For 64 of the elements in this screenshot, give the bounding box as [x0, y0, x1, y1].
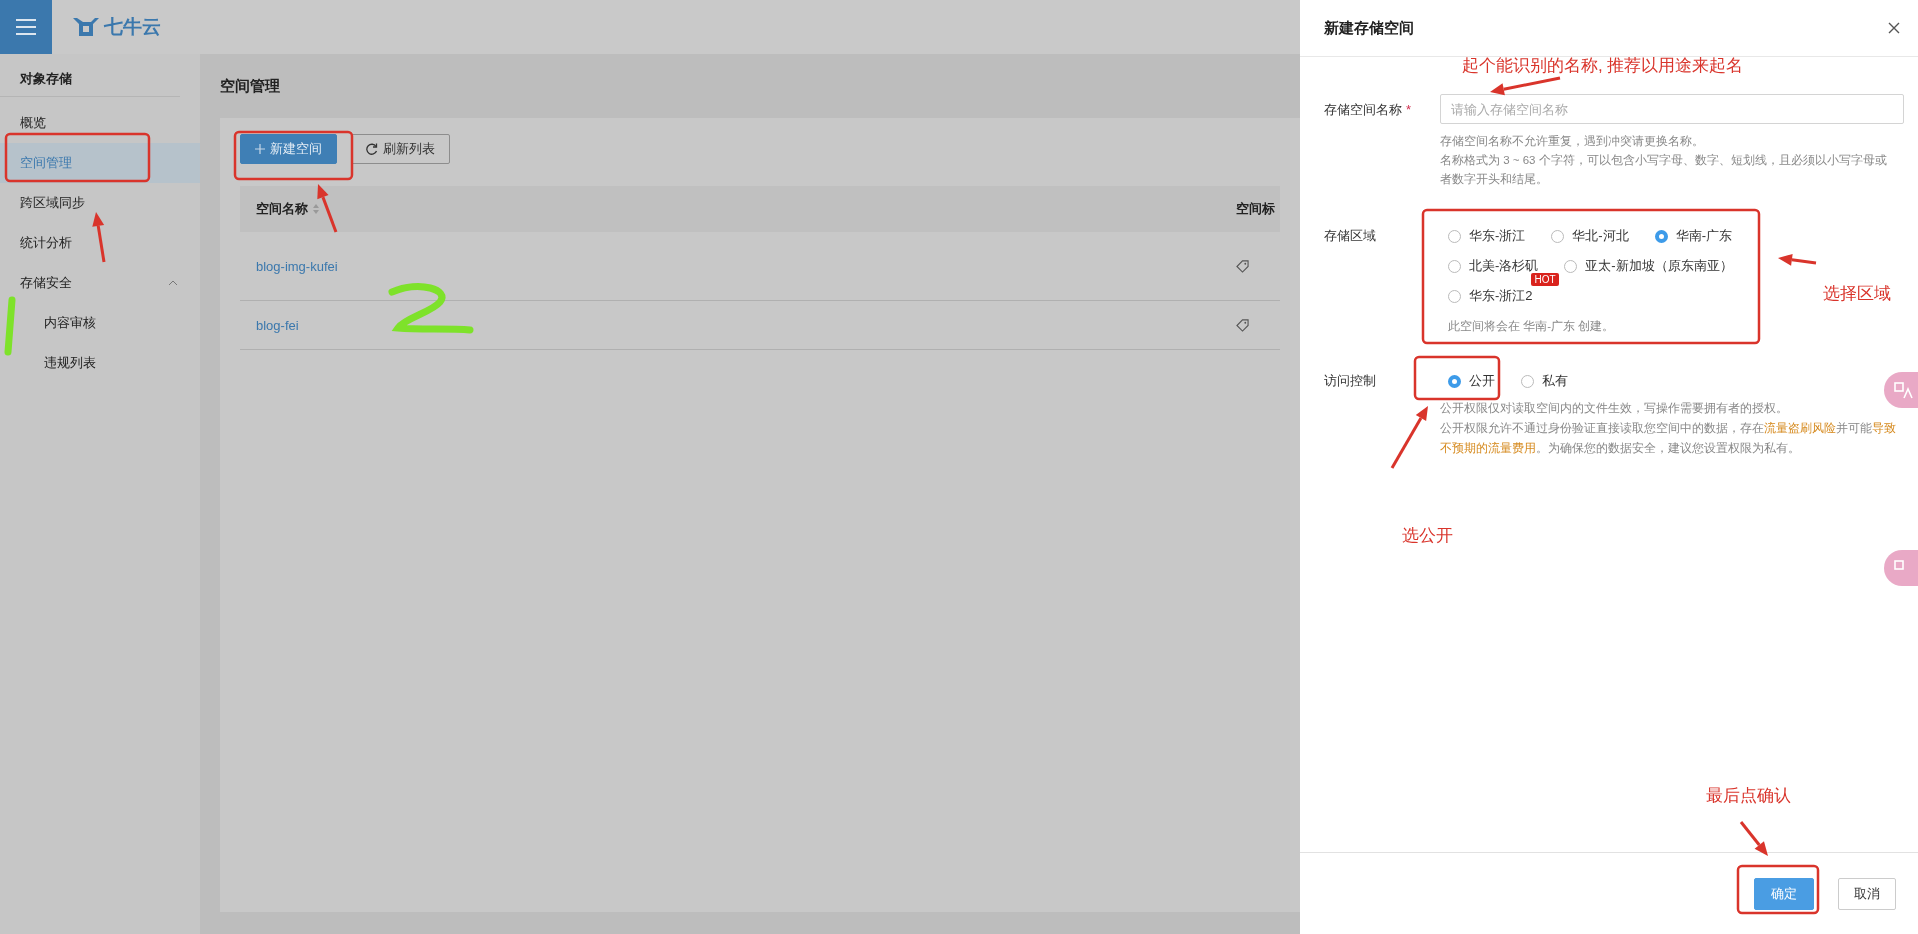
menu-icon	[16, 19, 36, 35]
annotation-text: 起个能识别的名称, 推荐以用途来起名	[1462, 55, 1744, 77]
annotation-text: 选公开	[1402, 525, 1453, 547]
radio-button[interactable]	[1448, 374, 1461, 388]
cancel-button[interactable]: 取消	[1838, 877, 1896, 910]
field-label: 存储空间名称	[1324, 102, 1402, 117]
radio-option[interactable]: 华南-广东	[1654, 227, 1733, 245]
annotation-arrow	[1739, 821, 1768, 856]
radio-option[interactable]: 公开	[1448, 372, 1495, 390]
hint-text: 名称格式为 3 ~ 63 个字符，可以包含小写字母、数字、短划线，且必须以小写字母或者数字开头和结尾。	[1440, 153, 1888, 187]
field-label: 存储区域	[1324, 228, 1376, 243]
radio-option[interactable]: 私有	[1521, 372, 1568, 390]
annotation-arrow	[1778, 253, 1817, 266]
tag-icon	[1236, 259, 1249, 273]
annotation-text: 选择区域	[1823, 283, 1891, 305]
sidebar-item[interactable]: 内容审核	[0, 303, 200, 343]
tag-icon	[1236, 318, 1249, 332]
annotation-text: 最后点确认	[1706, 785, 1791, 807]
hint-text: 存储空间名称不允许重复，遇到冲突请更换名称。	[1440, 134, 1705, 149]
radio-button[interactable]	[1551, 229, 1565, 243]
region-note: 此空间将会在 华南-广东 创建。	[1448, 319, 1616, 334]
radio-button[interactable]	[1564, 259, 1578, 273]
annotation-arrow	[92, 212, 106, 263]
sidebar-item[interactable]: 统计分析	[0, 223, 200, 263]
column-header: 空间名称	[256, 200, 308, 218]
annotation-arrow	[317, 184, 338, 233]
sidebar-title: 对象存储	[0, 62, 180, 97]
access-description: 公开权限允许不通过身份验证直接读取您空间中的数据，存在流量盗刷风险并可能导致不预期的流量费用。为确保您的数据安全，建议您设置权限为私有。	[1440, 421, 1897, 456]
radio-button[interactable]	[1448, 259, 1461, 273]
menu-button[interactable]	[0, 0, 52, 54]
radio-option[interactable]: 亚太-新加坡（原东南亚）	[1564, 257, 1733, 275]
refresh-icon	[366, 143, 378, 155]
required-mark: *	[1406, 102, 1412, 117]
drawer-title: 新建存储空间	[1324, 18, 1414, 38]
column-header: 空间标	[1236, 200, 1275, 218]
sidebar-item[interactable]: 概览	[0, 103, 200, 143]
field-label: 访问控制	[1324, 373, 1376, 388]
translate-icon[interactable]	[1884, 550, 1918, 586]
name-input[interactable]: 请输入存储空间名称	[1440, 94, 1904, 124]
radio-option[interactable]: 华北-河北	[1551, 227, 1629, 245]
hot-badge: HOT	[1531, 273, 1559, 286]
new-bucket-button[interactable]: 新建空间	[240, 134, 337, 164]
close-button[interactable]	[1886, 20, 1902, 36]
page-title: 空间管理	[220, 75, 281, 96]
radio-button[interactable]	[1448, 229, 1461, 243]
radio-button[interactable]	[1448, 289, 1461, 303]
annotation-arrow	[1490, 76, 1561, 96]
translate-icon[interactable]	[1884, 372, 1918, 408]
radio-button[interactable]	[1521, 374, 1534, 388]
sort-icon[interactable]	[312, 203, 320, 215]
radio-option[interactable]: 华东-浙江	[1448, 227, 1526, 245]
logo-text: 七牛云	[104, 15, 161, 39]
plus-icon	[255, 144, 265, 154]
logo-icon	[72, 16, 100, 38]
radio-button[interactable]	[1654, 229, 1668, 243]
sidebar-item[interactable]: 存储安全	[0, 263, 200, 303]
annotation-arrow	[1390, 406, 1428, 469]
close-icon	[1888, 22, 1900, 34]
sidebar-item[interactable]: 违规列表	[0, 343, 200, 383]
access-description: 公开权限仅对读取空间内的文件生效，写操作需要拥有者的授权。	[1440, 401, 1789, 416]
sidebar-item[interactable]: 跨区域同步	[0, 183, 200, 223]
scribble-mark	[4, 296, 16, 356]
refresh-button[interactable]: 刷新列表	[351, 134, 450, 164]
radio-option[interactable]: 北美-洛杉矶	[1448, 257, 1539, 275]
